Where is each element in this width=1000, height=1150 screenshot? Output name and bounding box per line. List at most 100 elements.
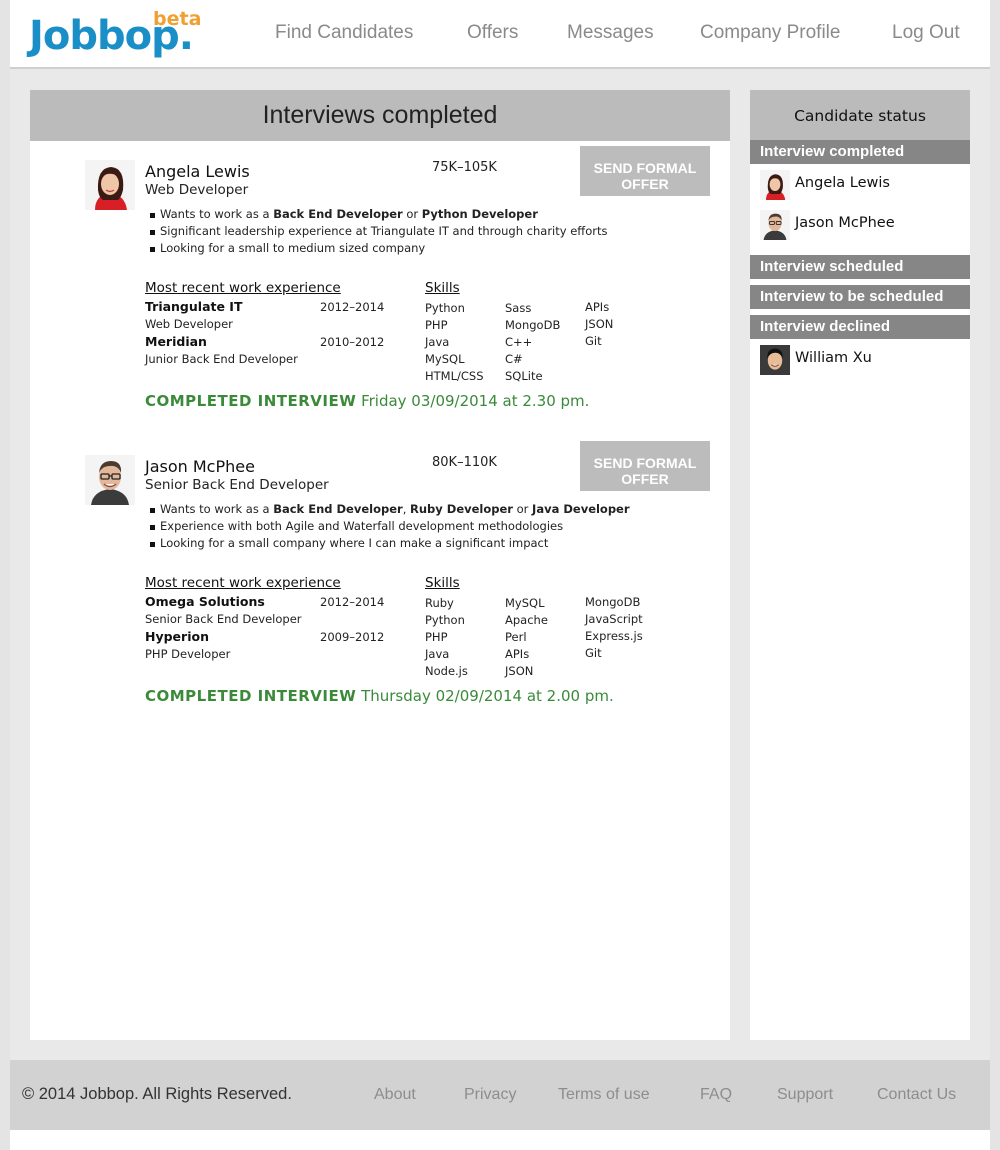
skills-heading: Skills	[425, 280, 460, 296]
highlight-item: Significant leadership experience at Tri…	[148, 223, 607, 240]
wanted-role: Back End Developer	[273, 502, 403, 516]
send-formal-offer-button[interactable]: SEND FORMAL OFFER	[580, 146, 710, 196]
wanted-role: Java Developer	[532, 502, 630, 516]
role-separator: ,	[402, 502, 407, 516]
skill-tag: MongoDB	[505, 318, 561, 332]
footer-link-privacy[interactable]: Privacy	[464, 1086, 516, 1104]
mini-avatar	[760, 210, 790, 240]
copyright-text: © 2014 Jobbop. All Rights Reserved.	[22, 1085, 292, 1103]
avatar[interactable]	[85, 160, 135, 210]
status-group-interview-to-be-scheduled[interactable]: Interview to be scheduled	[750, 285, 970, 309]
sidebar-candidate-angela-lewis[interactable]: Angela Lewis	[760, 170, 960, 200]
candidate-name[interactable]: Angela Lewis	[145, 162, 250, 181]
footer-link-terms[interactable]: Terms of use	[558, 1086, 650, 1104]
nav-messages[interactable]: Messages	[567, 22, 654, 44]
skill-tag: PHP	[425, 318, 448, 332]
role-separator: or	[516, 502, 529, 516]
avatar[interactable]	[85, 455, 135, 505]
job-title: Senior Back End Developer	[145, 612, 302, 626]
nav-company-profile[interactable]: Company Profile	[700, 22, 840, 44]
wants-to-work-as: Wants to work as a Back End Developer or…	[148, 206, 607, 223]
sidebar-candidate-name: Angela Lewis	[795, 175, 890, 191]
skill-tag: Express.js	[585, 629, 643, 643]
interview-date: Friday 03/09/2014 at 2.30 pm.	[361, 392, 590, 410]
salary-range: 75K–105K	[432, 160, 497, 175]
skill-tag: MySQL	[505, 596, 545, 610]
skill-tag: APIs	[585, 300, 610, 314]
job-years: 2012–2014	[320, 300, 385, 314]
job-company: Triangulate IT	[145, 299, 243, 314]
experience-heading: Most recent work experience	[145, 575, 341, 591]
skill-tag: Python	[425, 301, 465, 315]
top-header: Jobbop. beta Find Candidates Offers Mess…	[10, 0, 990, 69]
candidate-role: Senior Back End Developer	[145, 477, 329, 493]
wanted-role: Python Developer	[421, 207, 538, 221]
bottom-strip	[10, 1130, 990, 1150]
sidebar-candidate-william-xu[interactable]: William Xu	[760, 345, 960, 375]
skill-tag: Java	[425, 647, 450, 661]
candidate-highlights: Wants to work as a Back End Developer, R…	[148, 501, 630, 552]
highlight-item: Looking for a small company where I can …	[148, 535, 630, 552]
skills-heading: Skills	[425, 575, 460, 591]
skill-tag: JSON	[585, 317, 614, 331]
interviews-panel: Interviews completed Angela Lewis Web De…	[30, 90, 730, 1040]
candidate-name[interactable]: Jason McPhee	[145, 457, 255, 476]
candidate-role: Web Developer	[145, 182, 249, 198]
main-nav: Find Candidates Offers Messages Company …	[10, 22, 990, 52]
wanted-role: Ruby Developer	[410, 502, 513, 516]
job-company: Meridian	[145, 334, 207, 349]
status-group-interview-completed[interactable]: Interview completed	[750, 140, 970, 164]
avatar-jason-image	[760, 210, 790, 240]
skill-tag: Ruby	[425, 596, 454, 610]
nav-log-out[interactable]: Log Out	[892, 22, 960, 44]
job-title: PHP Developer	[145, 647, 231, 661]
panel-title: Interviews completed	[30, 90, 730, 141]
sidebar-candidate-jason-mcphee[interactable]: Jason McPhee	[760, 210, 960, 240]
sidebar-candidate-name: William Xu	[795, 350, 872, 366]
status-badge: COMPLETED INTERVIEW	[145, 392, 357, 410]
skill-tag: Node.js	[425, 664, 468, 678]
wants-prefix: Wants to work as a	[160, 502, 270, 516]
footer-link-support[interactable]: Support	[777, 1086, 833, 1104]
role-separator: or	[406, 207, 419, 221]
skill-tag: Perl	[505, 630, 527, 644]
job-title: Web Developer	[145, 317, 233, 331]
highlight-item: Experience with both Agile and Waterfall…	[148, 518, 630, 535]
mini-avatar	[760, 345, 790, 375]
skill-tag: MongoDB	[585, 595, 641, 609]
candidate-card-jason-mcphee: Jason McPhee Senior Back End Developer 8…	[30, 441, 730, 745]
skill-tag: SQLite	[505, 369, 543, 383]
candidate-status-sidebar: Candidate status Interview completed Ang…	[750, 90, 970, 1040]
status-group-interview-scheduled[interactable]: Interview scheduled	[750, 255, 970, 279]
wants-to-work-as: Wants to work as a Back End Developer, R…	[148, 501, 630, 518]
sidebar-candidate-name: Jason McPhee	[795, 215, 895, 231]
skill-tag: HTML/CSS	[425, 369, 484, 383]
highlight-item: Looking for a small to medium sized comp…	[148, 240, 607, 257]
skill-tag: Apache	[505, 613, 548, 627]
skill-tag: Git	[585, 334, 602, 348]
job-years: 2012–2014	[320, 595, 385, 609]
send-formal-offer-button[interactable]: SEND FORMAL OFFER	[580, 441, 710, 491]
status-group-interview-declined[interactable]: Interview declined	[750, 315, 970, 339]
skill-tag: Sass	[505, 301, 532, 315]
skill-tag: MySQL	[425, 352, 465, 366]
skill-tag: C#	[505, 352, 523, 366]
interview-status: COMPLETED INTERVIEW Thursday 02/09/2014 …	[145, 687, 614, 705]
avatar-william-image	[760, 345, 790, 375]
page-footer: © 2014 Jobbop. All Rights Reserved. Abou…	[10, 1060, 990, 1130]
footer-link-faq[interactable]: FAQ	[700, 1086, 732, 1104]
skill-tag: Java	[425, 335, 450, 349]
avatar-jason-image	[85, 455, 135, 505]
wants-prefix: Wants to work as a	[160, 207, 270, 221]
nav-find-candidates[interactable]: Find Candidates	[275, 22, 413, 44]
salary-range: 80K–110K	[432, 455, 497, 470]
interview-status: COMPLETED INTERVIEW Friday 03/09/2014 at…	[145, 392, 589, 410]
nav-offers[interactable]: Offers	[467, 22, 518, 44]
status-badge: COMPLETED INTERVIEW	[145, 687, 357, 705]
footer-link-contact[interactable]: Contact Us	[877, 1086, 956, 1104]
skill-tag: Python	[425, 613, 465, 627]
job-title: Junior Back End Developer	[145, 352, 298, 366]
job-company: Hyperion	[145, 629, 209, 644]
skill-tag: Git	[585, 646, 602, 660]
footer-link-about[interactable]: About	[374, 1086, 416, 1104]
